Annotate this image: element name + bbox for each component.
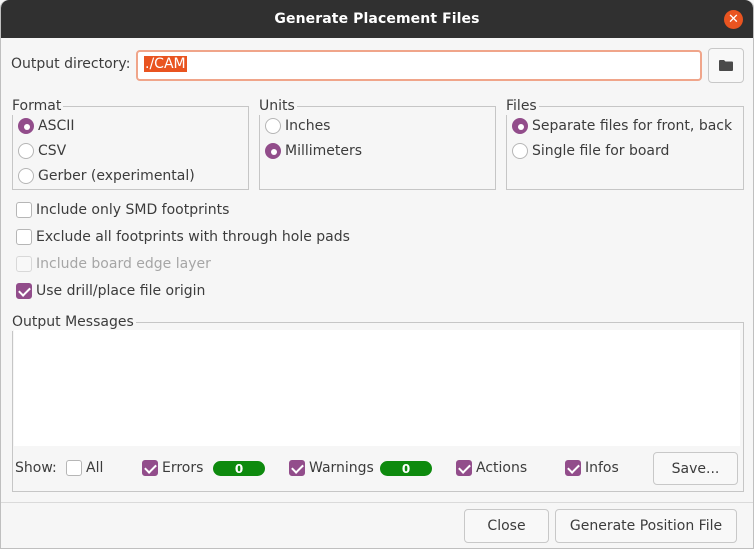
include-smd-only-checkbox[interactable]: Include only SMD footprints [16,202,229,218]
format-group-title: Format [12,97,64,115]
checkbox-label: Infos [585,460,619,476]
output-directory-input[interactable]: ./CAM [136,50,702,81]
output-directory-value: ./CAM [144,56,187,72]
format-option-gerber[interactable]: Gerber (experimental) [18,168,195,184]
include-board-edge-checkbox: Include board edge layer [16,256,211,272]
output-messages-title: Output Messages [12,313,136,331]
checkbox-label: Warnings [309,460,374,476]
option-label: CSV [38,143,67,159]
folder-icon [719,60,733,71]
checkbox-label: Use drill/place file origin [36,283,206,299]
option-label: Millimeters [285,143,363,159]
checkbox-disabled [16,256,32,272]
checkbox-checked[interactable] [565,460,581,476]
checkbox-checked[interactable] [142,460,158,476]
radio-unselected[interactable] [265,118,281,134]
format-group: Format ASCII CSV Gerber (experimental) [12,97,249,190]
units-option-inches[interactable]: Inches [265,118,330,134]
filter-errors-checkbox[interactable]: Errors [142,460,203,476]
dialog-title: Generate Placement Files [274,11,480,27]
units-group: Units Inches Millimeters [259,97,496,190]
radio-unselected[interactable] [18,143,34,159]
files-group-title: Files [506,97,539,115]
checkbox-label: Include only SMD footprints [36,202,230,218]
files-group: Files Separate files for front, back Sin… [506,97,744,190]
option-label: ASCII [38,118,75,134]
use-drill-origin-checkbox[interactable]: Use drill/place file origin [16,283,205,299]
checkbox-label: Include board edge layer [36,256,211,272]
checkbox-checked[interactable] [16,283,32,299]
checkbox-checked[interactable] [289,460,305,476]
checkbox-label: Exclude all footprints with through hole… [36,229,350,245]
radio-unselected[interactable] [512,143,528,159]
output-messages-area[interactable] [14,330,740,446]
browse-folder-button[interactable] [708,48,744,83]
filter-warnings-checkbox[interactable]: Warnings [289,460,374,476]
close-button[interactable]: Close [464,509,549,543]
checkbox-label: Actions [476,460,528,476]
radio-selected[interactable] [265,143,281,159]
checkbox-unchecked[interactable] [16,229,32,245]
output-directory-label: Output directory: [11,56,131,72]
radio-unselected[interactable] [18,168,34,184]
format-option-csv[interactable]: CSV [18,143,66,159]
title-bar: Generate Placement Files ✕ [1,0,753,38]
files-option-single[interactable]: Single file for board [512,143,669,159]
option-label: Single file for board [532,143,670,159]
show-label: Show: [15,460,57,476]
units-option-millimeters[interactable]: Millimeters [265,143,362,159]
units-group-title: Units [259,97,297,115]
checkbox-label: Errors [162,460,204,476]
warnings-count-badge: 0 [380,461,432,476]
checkbox-checked[interactable] [456,460,472,476]
option-label: Inches [285,118,331,134]
dialog-window: Generate Placement Files ✕ Output direct… [0,0,754,549]
radio-selected[interactable] [512,118,528,134]
filter-actions-checkbox[interactable]: Actions [456,460,527,476]
footer-divider [1,502,753,503]
option-label: Separate files for front, back [532,118,733,134]
exclude-through-hole-checkbox[interactable]: Exclude all footprints with through hole… [16,229,350,245]
radio-selected[interactable] [18,118,34,134]
generate-position-file-button[interactable]: Generate Position File [555,509,737,543]
filter-all-checkbox[interactable]: All [66,460,103,476]
checkbox-label: All [86,460,104,476]
option-label: Gerber (experimental) [38,168,195,184]
files-option-separate[interactable]: Separate files for front, back [512,118,732,134]
close-icon[interactable]: ✕ [724,10,743,29]
save-messages-button[interactable]: Save... [653,452,738,485]
format-option-ascii[interactable]: ASCII [18,118,75,134]
filter-infos-checkbox[interactable]: Infos [565,460,619,476]
checkbox-unchecked[interactable] [66,460,82,476]
errors-count-badge: 0 [213,461,265,476]
checkbox-unchecked[interactable] [16,202,32,218]
